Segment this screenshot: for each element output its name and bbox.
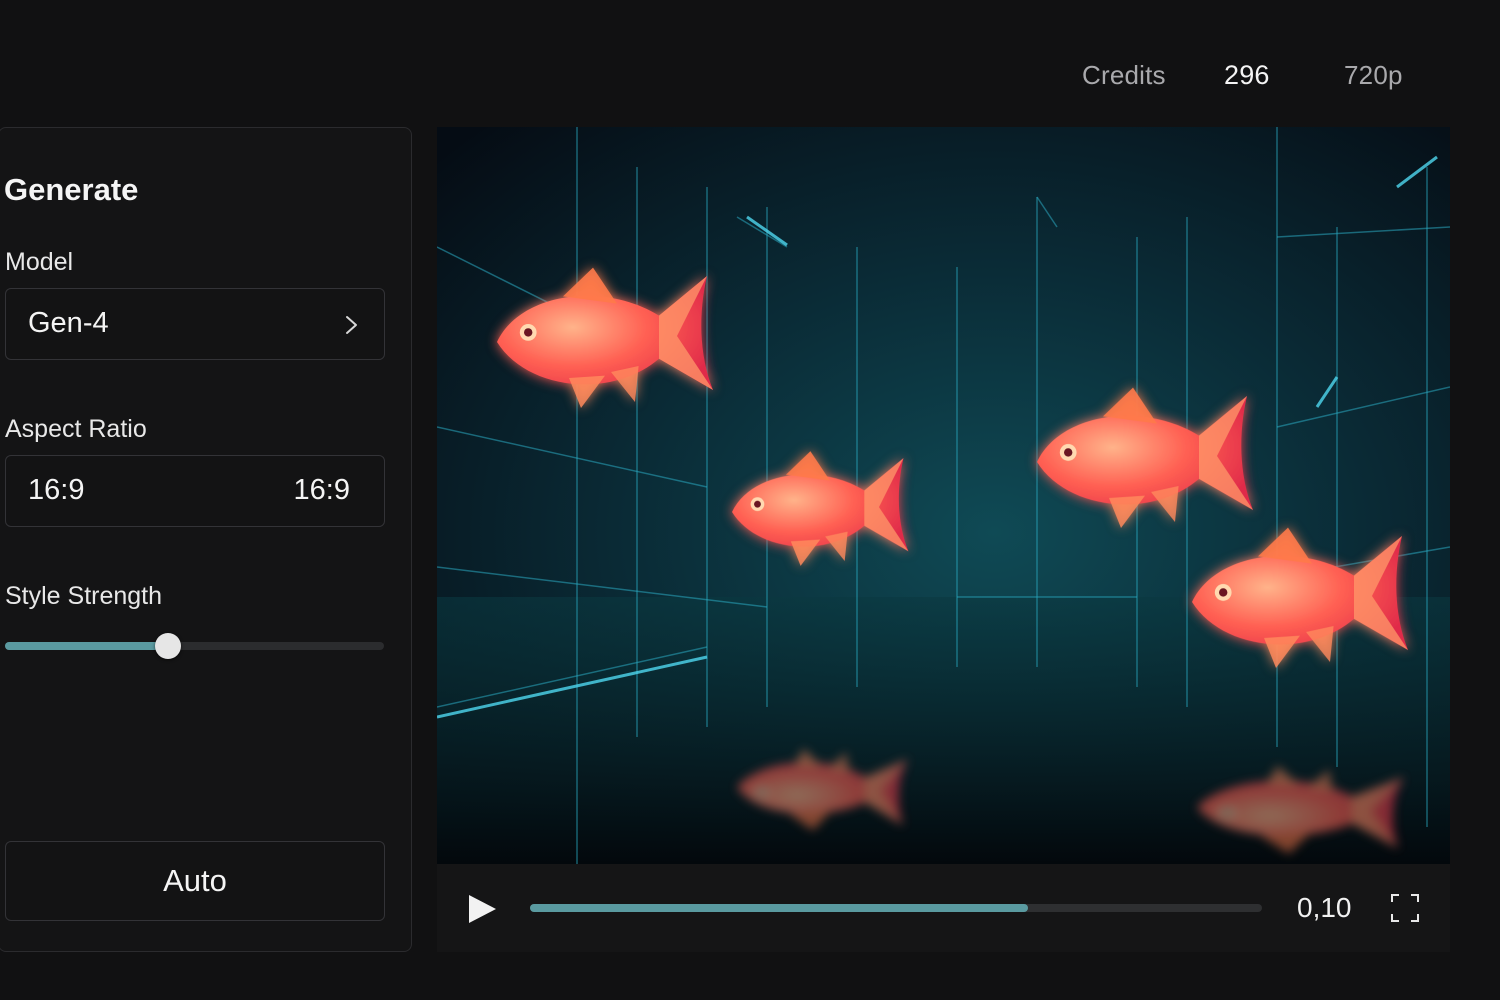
fullscreen-icon[interactable] [1390,893,1420,923]
timecode: 0,10 [1297,892,1352,923]
aspect-ratio-select[interactable]: 16:9 16:9 [5,455,385,527]
aspect-ratio-label: Aspect Ratio [5,415,147,443]
style-strength-label: Style Strength [5,582,163,610]
style-strength-slider[interactable] [5,633,384,659]
aspect-ratio-value-secondary: 16:9 [293,474,350,506]
aspect-ratio-value: 16:9 [28,474,85,506]
slider-handle[interactable] [154,633,181,659]
model-value: Gen-4 [28,307,109,339]
progress-fill [530,904,1028,912]
resolution-selector[interactable]: 720p [1344,60,1403,91]
panel-title: Generate [4,172,139,207]
chevron-right-icon [346,316,357,334]
credits-label: Credits [1082,60,1166,90]
slider-fill [5,642,168,650]
credits-count: 296 [1224,60,1270,90]
model-label: Model [5,248,74,276]
play-icon[interactable] [465,892,499,926]
video-preview[interactable] [437,127,1450,864]
player-controls: 0,10 [437,864,1450,952]
video-frame-illustration [437,127,1450,864]
auto-button[interactable]: Auto [5,841,385,921]
model-select[interactable]: Gen-4 [5,288,385,360]
progress-bar[interactable] [530,904,1262,912]
